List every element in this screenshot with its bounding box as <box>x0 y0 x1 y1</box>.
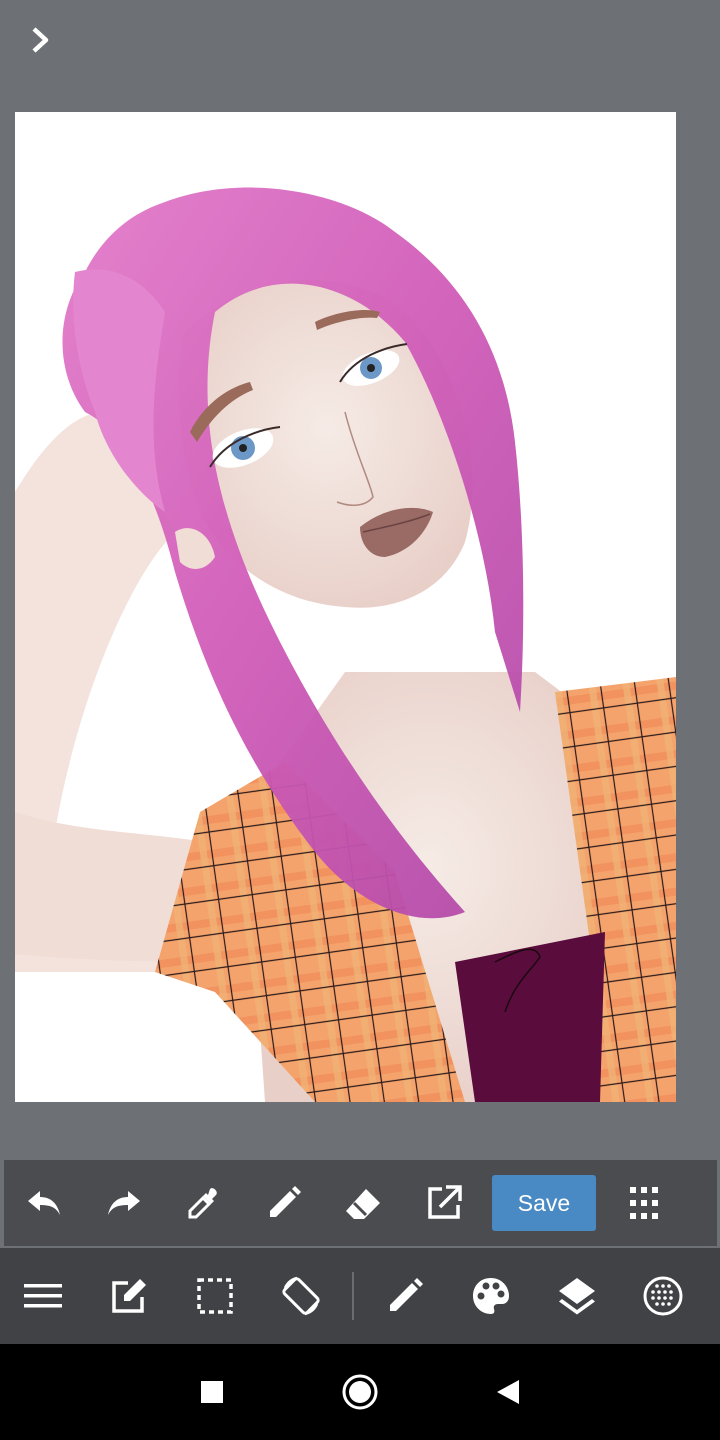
home-button[interactable] <box>286 1344 434 1440</box>
back-button[interactable] <box>434 1344 582 1440</box>
menu-button[interactable] <box>0 1248 86 1344</box>
chevron-right-icon <box>32 27 49 53</box>
eyedropper-icon <box>188 1188 217 1219</box>
redo-icon <box>108 1191 140 1215</box>
eraser-button[interactable] <box>324 1160 404 1246</box>
rotate-screen-icon <box>282 1276 320 1316</box>
edit-icon <box>112 1279 146 1313</box>
layers-icon <box>559 1278 595 1315</box>
artwork-portrait <box>15 112 676 1102</box>
expand-panel-button[interactable] <box>22 22 58 58</box>
color-palette-button[interactable] <box>448 1248 534 1344</box>
brush-icon <box>390 1278 423 1311</box>
selection-icon <box>197 1278 233 1314</box>
palette-icon <box>473 1278 509 1314</box>
rotate-screen-button[interactable] <box>258 1248 344 1344</box>
selection-button[interactable] <box>172 1248 258 1344</box>
save-button[interactable]: Save <box>492 1175 596 1231</box>
system-navigation-bar <box>0 1344 720 1440</box>
redo-button[interactable] <box>84 1160 164 1246</box>
texture-icon <box>643 1276 683 1316</box>
texture-button[interactable] <box>620 1248 706 1344</box>
brush-button[interactable] <box>362 1248 448 1344</box>
drawing-canvas[interactable] <box>15 112 676 1102</box>
grid-icon <box>630 1187 658 1219</box>
back-icon <box>497 1380 519 1404</box>
menu-icon <box>24 1284 62 1308</box>
eyedropper-button[interactable] <box>164 1160 244 1246</box>
pencil-icon <box>270 1186 301 1217</box>
undo-icon <box>28 1191 60 1215</box>
layers-button[interactable] <box>534 1248 620 1344</box>
more-tools-button[interactable] <box>604 1160 684 1246</box>
recents-button[interactable] <box>138 1344 286 1440</box>
home-icon <box>342 1374 378 1410</box>
edit-button[interactable] <box>86 1248 172 1344</box>
toolbar-divider <box>352 1272 354 1320</box>
export-icon <box>428 1185 462 1219</box>
undo-button[interactable] <box>4 1160 84 1246</box>
pen-button[interactable] <box>244 1160 324 1246</box>
tool-bar: Save <box>4 1160 717 1246</box>
export-button[interactable] <box>404 1160 484 1246</box>
recents-icon <box>201 1381 223 1403</box>
bottom-toolbar <box>0 1248 720 1344</box>
eraser-icon <box>346 1189 380 1219</box>
